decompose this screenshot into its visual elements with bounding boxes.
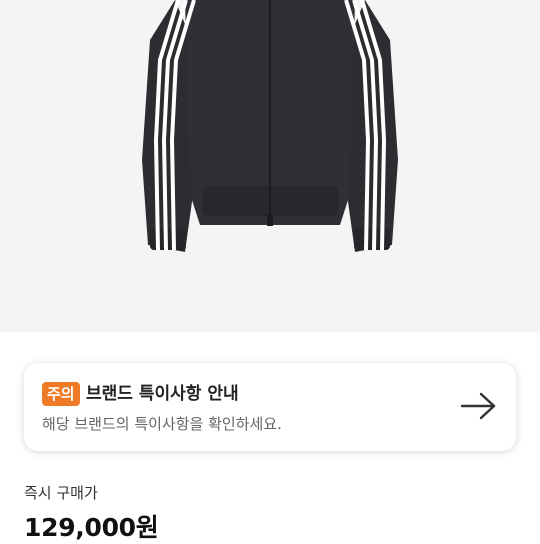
notice-description: 해당 브랜드의 특이사항을 확인하세요. xyxy=(42,415,282,433)
instant-buy-label: 즉시 구매가 xyxy=(24,484,98,502)
notice-title: 브랜드 특이사항 안내 xyxy=(86,384,239,404)
instant-buy-price: 129,000원 xyxy=(24,513,159,542)
arrow-right-icon[interactable] xyxy=(460,391,498,421)
caution-badge: 주의 xyxy=(42,382,80,406)
brand-notice-card[interactable]: 주의 브랜드 특이사항 안내 해당 브랜드의 특이사항을 확인하세요. xyxy=(24,363,516,451)
product-image[interactable] xyxy=(0,0,540,332)
jacket-illustration xyxy=(142,0,398,252)
